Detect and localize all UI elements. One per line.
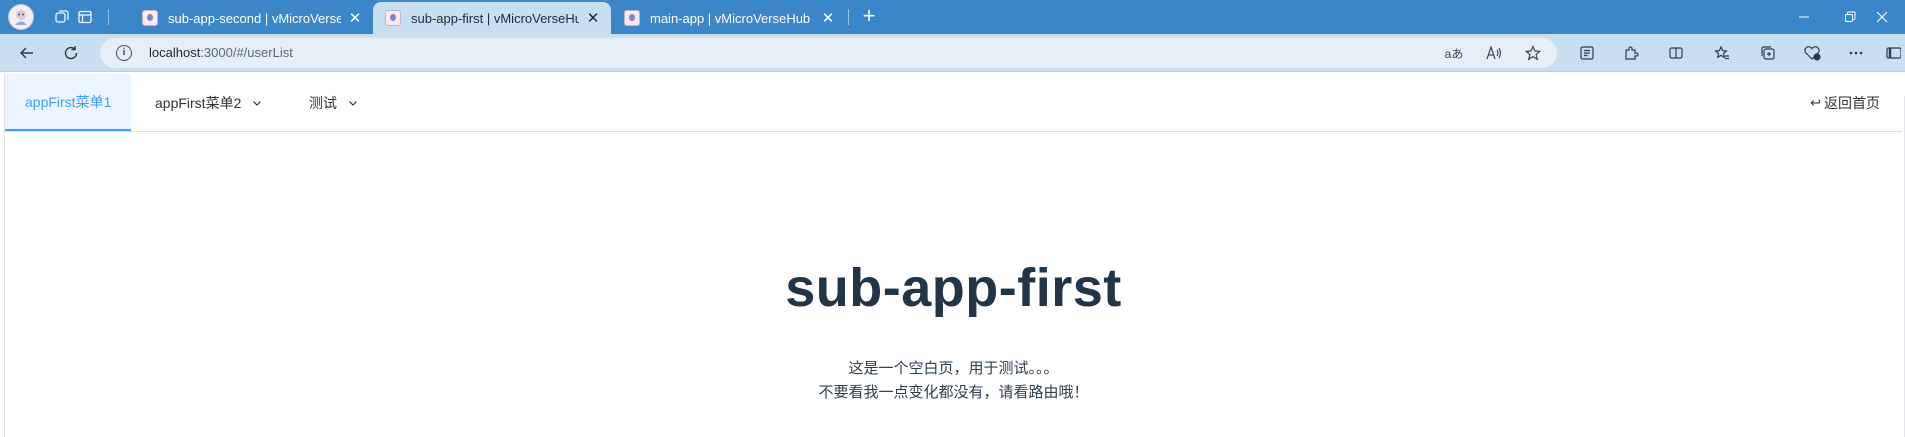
url-path: :3000/#/userList <box>200 45 293 60</box>
tab-title: sub-app-first | vMicroVerseHub <box>411 10 579 26</box>
browser-toolbar: i localhost:3000/#/userList aあ <box>0 34 1905 72</box>
tab-main-app[interactable]: main-app | vMicroVerseHub ✕ <box>612 2 846 34</box>
tab-title: main-app | vMicroVerseHub <box>650 10 811 26</box>
read-aloud-icon[interactable] <box>1483 43 1505 63</box>
workspaces-icon[interactable] <box>50 5 74 29</box>
description-line: 不要看我一点变化都没有，请看路由哦！ <box>818 384 1089 401</box>
page-title: sub-app-first <box>785 258 1122 318</box>
page-content: appFirst菜单1 appFirst菜单2 测试 ↩ 返回首页 sub-ap… <box>4 72 1905 437</box>
return-arrow-icon: ↩ <box>1810 94 1821 110</box>
menu-item-appfirst-2[interactable]: appFirst菜单2 <box>135 74 283 131</box>
translate-icon[interactable]: aあ <box>1443 43 1465 63</box>
address-bar[interactable]: i localhost:3000/#/userList aあ <box>100 38 1557 68</box>
minimize-icon[interactable] <box>1781 0 1827 34</box>
chevron-down-icon <box>347 97 359 109</box>
tab-actions-icon[interactable] <box>73 5 97 29</box>
collections-icon[interactable] <box>1756 41 1780 65</box>
tab-separator <box>848 9 849 25</box>
tab-close-icon[interactable]: ✕ <box>820 10 836 26</box>
new-tab-button[interactable]: + <box>857 5 881 29</box>
tab-sub-app-first[interactable]: sub-app-first | vMicroVerseHub ✕ <box>373 2 611 34</box>
menu-item-label: appFirst菜单2 <box>155 94 242 111</box>
split-screen-icon[interactable] <box>1664 41 1688 65</box>
menu-item-test[interactable]: 测试 <box>289 74 379 131</box>
tab-separator <box>108 9 109 25</box>
tab-favicon-icon <box>385 10 401 26</box>
menu-item-label: 测试 <box>309 94 337 111</box>
back-arrow-icon[interactable] <box>14 41 40 65</box>
tab-close-icon[interactable]: ✕ <box>347 10 363 26</box>
favorites-icon[interactable] <box>1710 41 1734 65</box>
tab-title: sub-app-second | vMicroVerseHub <box>168 10 341 26</box>
back-to-home-link[interactable]: ↩ 返回首页 <box>1810 74 1880 131</box>
more-options-icon[interactable] <box>1844 41 1868 65</box>
profile-avatar-icon[interactable] <box>8 4 34 30</box>
menu-item-appfirst-1[interactable]: appFirst菜单1 <box>5 74 132 131</box>
top-menu: appFirst菜单1 appFirst菜单2 测试 ↩ 返回首页 <box>5 74 1902 132</box>
reading-view-icon[interactable] <box>1575 41 1599 65</box>
tab-sub-app-second[interactable]: sub-app-second | vMicroVerseHub ✕ <box>130 2 373 34</box>
url-host: localhost <box>149 45 201 60</box>
tab-favicon-icon <box>624 10 640 26</box>
close-window-icon[interactable] <box>1859 0 1905 34</box>
browser-essentials-icon[interactable] <box>1800 41 1824 65</box>
page-description: 这是一个空白页，用于测试。。。 不要看我一点变化都没有，请看路由哦！ <box>5 357 1902 405</box>
menu-item-label: appFirst菜单1 <box>25 93 112 110</box>
chevron-down-icon <box>251 97 263 109</box>
back-to-home-label: 返回首页 <box>1824 94 1880 111</box>
sidebar-toggle-icon[interactable] <box>1885 41 1905 65</box>
description-line: 这是一个空白页，用于测试。。。 <box>848 360 1059 377</box>
browser-tab-strip: sub-app-second | vMicroVerseHub ✕ sub-ap… <box>0 0 1905 34</box>
extensions-icon[interactable] <box>1619 41 1643 65</box>
favorite-star-icon[interactable] <box>1522 43 1544 63</box>
tab-close-icon[interactable]: ✕ <box>585 10 601 26</box>
site-info-icon[interactable]: i <box>116 45 132 61</box>
address-url[interactable]: localhost:3000/#/userList <box>149 45 293 60</box>
tab-favicon-icon <box>142 10 158 26</box>
refresh-icon[interactable] <box>58 41 84 65</box>
